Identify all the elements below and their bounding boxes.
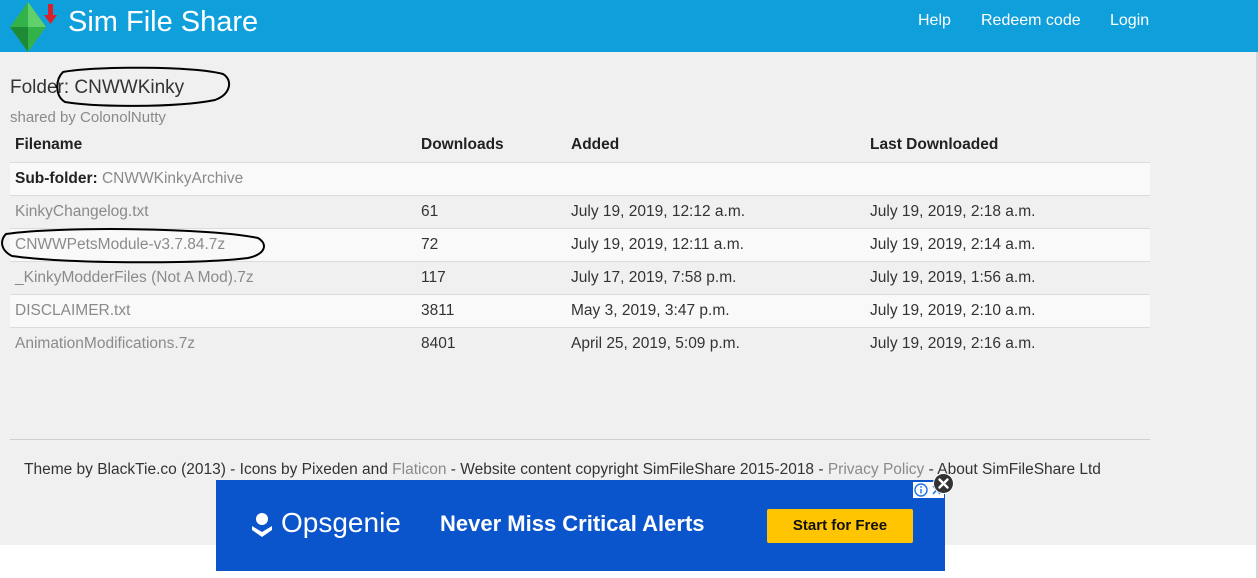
subfolder-cell: Sub-folder: CNWWKinkyArchive	[10, 161, 1150, 195]
added-date: July 19, 2019, 12:11 a.m.	[566, 227, 865, 261]
last-downloaded-date: July 19, 2019, 2:16 a.m.	[865, 326, 1150, 360]
added-date: July 17, 2019, 7:58 p.m.	[566, 260, 865, 294]
nav-help-link[interactable]: Help	[918, 11, 951, 31]
ad-brand: Opsgenie	[281, 507, 401, 538]
ad-headline: Never Miss Critical Alerts	[440, 511, 705, 536]
file-table: Filename Downloads Added Last Downloaded…	[10, 129, 1150, 360]
last-downloaded-date: July 19, 2019, 2:10 a.m.	[865, 293, 1150, 327]
table-row: AnimationModifications.7z 8401 April 25,…	[10, 326, 1150, 360]
folder-title: Folder: CNWWKinky	[10, 77, 185, 98]
download-count: 3811	[416, 293, 566, 327]
column-header-filename: Filename	[15, 136, 83, 154]
privacy-policy-link[interactable]: Privacy Policy	[828, 461, 924, 478]
column-header-downloads: Downloads	[421, 136, 504, 154]
added-date: April 25, 2019, 5:09 p.m.	[566, 326, 865, 360]
info-icon[interactable]	[913, 482, 929, 498]
table-row: _KinkyModderFiles (Not A Mod).7z 117 Jul…	[10, 260, 1150, 294]
added-date: May 3, 2019, 3:47 p.m.	[566, 293, 865, 327]
file-link[interactable]: DISCLAIMER.txt	[15, 302, 130, 319]
footer-text-copyright: - Website content copyright SimFileShare…	[446, 461, 828, 478]
table-row: KinkyChangelog.txt 61 July 19, 2019, 12:…	[10, 194, 1150, 228]
file-link[interactable]: CNWWPetsModule-v3.7.84.7z	[15, 236, 225, 253]
added-date: July 19, 2019, 12:12 a.m.	[566, 194, 865, 228]
file-link[interactable]: AnimationModifications.7z	[15, 335, 195, 352]
footer-divider	[10, 439, 1150, 440]
ad-start-free-button[interactable]: Start for Free	[767, 509, 913, 543]
download-count: 117	[416, 260, 566, 294]
download-count: 61	[416, 194, 566, 228]
last-downloaded-date: July 19, 2019, 2:14 a.m.	[865, 227, 1150, 261]
folder-owner: shared by ColonolNutty	[10, 109, 166, 126]
download-count: 8401	[416, 326, 566, 360]
table-row: DISCLAIMER.txt 3811 May 3, 2019, 3:47 p.…	[10, 293, 1150, 327]
opsgenie-icon	[252, 513, 272, 537]
close-icon[interactable]	[933, 473, 954, 494]
subfolder-row: Sub-folder: CNWWKinkyArchive	[10, 161, 1150, 195]
file-link[interactable]: KinkyChangelog.txt	[15, 203, 149, 220]
nav-login-link[interactable]: Login	[1110, 11, 1149, 31]
column-header-last-downloaded: Last Downloaded	[870, 136, 999, 154]
plumbob-logo-icon[interactable]	[10, 2, 60, 52]
nav-redeem-code-link[interactable]: Redeem code	[981, 11, 1081, 31]
subfolder-label: Sub-folder:	[15, 169, 98, 187]
column-header-added: Added	[571, 136, 620, 154]
last-downloaded-date: July 19, 2019, 2:18 a.m.	[865, 194, 1150, 228]
table-header-row: Filename Downloads Added Last Downloaded	[10, 129, 1150, 162]
table-row: CNWWPetsModule-v3.7.84.7z 72 July 19, 20…	[10, 227, 1150, 261]
footer-text-credits: Theme by BlackTie.co (2013) - Icons by P…	[24, 461, 393, 478]
subfolder-link[interactable]: CNWWKinkyArchive	[102, 170, 243, 187]
flaticon-link[interactable]: Flaticon	[392, 461, 446, 478]
download-count: 72	[416, 227, 566, 261]
site-brand[interactable]: Sim File Share	[68, 5, 258, 39]
last-downloaded-date: July 19, 2019, 1:56 a.m.	[865, 260, 1150, 294]
file-link[interactable]: _KinkyModderFiles (Not A Mod).7z	[15, 269, 254, 286]
